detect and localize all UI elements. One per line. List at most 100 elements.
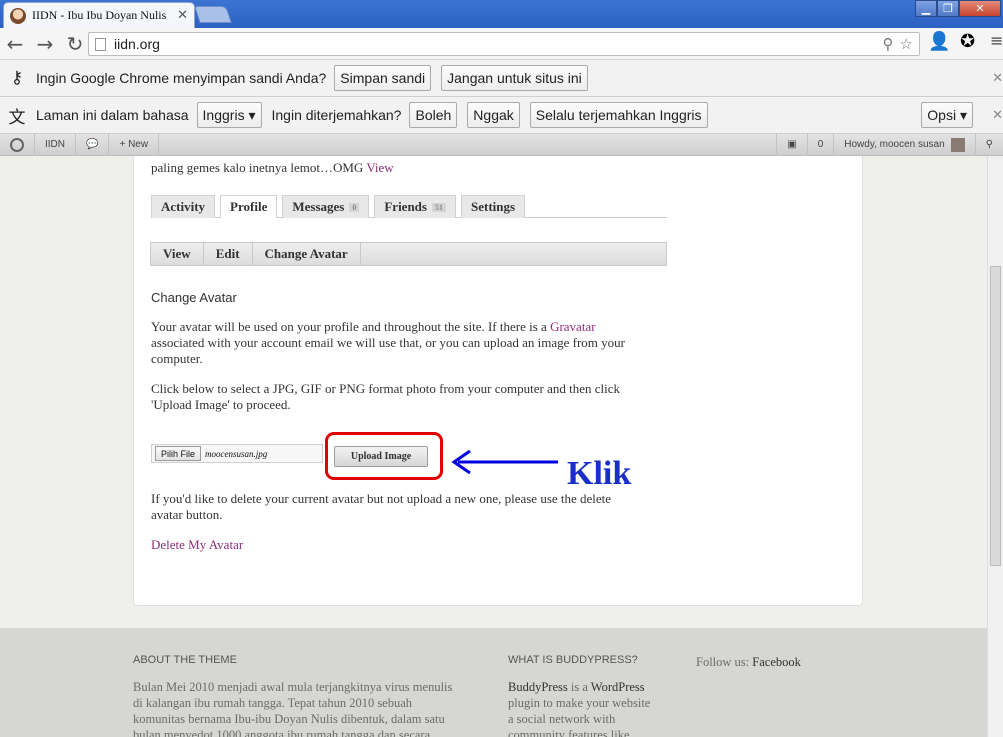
notification-count[interactable]: 0 bbox=[808, 133, 835, 156]
new-content-item[interactable]: + New bbox=[109, 133, 160, 156]
tab-friends[interactable]: Friends 51 bbox=[374, 195, 456, 218]
new-tab-button[interactable] bbox=[194, 6, 232, 23]
page-icon bbox=[95, 37, 106, 51]
tab-activity[interactable]: Activity bbox=[151, 195, 216, 218]
profile-subnav: View Edit Change Avatar bbox=[150, 242, 667, 266]
extension-puzzle-icon[interactable]: ✪ bbox=[960, 31, 975, 52]
annotation-label: Klik bbox=[565, 455, 645, 493]
always-translate-button[interactable]: Selalu terjemahkan Inggris bbox=[529, 102, 708, 128]
about-theme-text: Bulan Mei 2010 menjadi awal mula terjang… bbox=[133, 679, 493, 737]
plus-icon: + bbox=[119, 139, 126, 150]
friends-count-badge: 51 bbox=[431, 202, 446, 212]
back-arrow-icon[interactable]: ← bbox=[0, 29, 30, 59]
buddypress-text: BuddyPress is a WordPress plugin to make… bbox=[508, 679, 678, 737]
window-close-icon[interactable]: ✕ bbox=[959, 0, 1001, 17]
new-label: New bbox=[128, 139, 149, 150]
window-controls: ▁ ❐ ✕ bbox=[915, 0, 1001, 17]
delete-avatar-row: Delete My Avatar bbox=[151, 537, 243, 553]
browser-toolbar: ← → ↻ iidn.org ⚲ ☆ 👤 ✪ ≡ bbox=[0, 28, 1003, 60]
tab-close-icon[interactable]: ✕ bbox=[177, 8, 188, 23]
messages-count-badge: 0 bbox=[349, 202, 360, 212]
zoom-search-icon[interactable]: ⚲ bbox=[883, 35, 894, 53]
my-account-item[interactable]: Howdy, moocen susan bbox=[834, 133, 976, 156]
tab-settings[interactable]: Settings bbox=[460, 195, 526, 218]
reload-icon[interactable]: ↻ bbox=[60, 29, 90, 59]
url-text: iidn.org bbox=[114, 36, 160, 52]
bp-line: community features like bbox=[508, 728, 630, 737]
bookmark-star-icon[interactable]: ☆ bbox=[900, 35, 913, 53]
notifications-item[interactable]: ▣ bbox=[776, 133, 808, 156]
password-message: Ingin Google Chrome menyimpan sandi Anda… bbox=[36, 70, 327, 86]
language-select[interactable]: Inggris ▾ bbox=[196, 102, 262, 128]
wordpress-logo-icon bbox=[10, 137, 24, 152]
subnav-change-avatar[interactable]: Change Avatar bbox=[253, 243, 361, 265]
snippet-text: paling gemes kalo inetnya lemot…OMG bbox=[151, 160, 364, 175]
key-icon: ⚷ bbox=[10, 68, 24, 87]
translate-question: Ingin diterjemahkan? bbox=[271, 107, 402, 123]
theme-line: Bulan Mei 2010 menjadi awal mula terjang… bbox=[133, 680, 453, 694]
choose-file-button[interactable]: Pilih File bbox=[155, 446, 202, 461]
activity-snippet: paling gemes kalo inetnya lemot…OMG View bbox=[151, 160, 394, 176]
restore-icon[interactable]: ❐ bbox=[937, 0, 959, 17]
wordpress-link[interactable]: WordPress bbox=[591, 680, 645, 694]
scrollbar-thumb[interactable] bbox=[990, 266, 1001, 566]
gravatar-link[interactable]: Gravatar bbox=[550, 319, 595, 334]
view-link[interactable]: View bbox=[366, 160, 393, 175]
browser-tab[interactable]: IIDN - Ibu Ibu Doyan Nulis ✕ bbox=[3, 2, 195, 28]
never-save-button[interactable]: Jangan untuk situs ini bbox=[441, 65, 588, 91]
site-footer: ABOUT THE THEME Bulan Mei 2010 menjadi a… bbox=[0, 628, 1003, 737]
comments-item[interactable]: 💬 bbox=[76, 133, 110, 156]
translate-yes-button[interactable]: Boleh bbox=[409, 102, 458, 128]
tab-label: Friends bbox=[384, 199, 427, 214]
tab-profile[interactable]: Profile bbox=[220, 195, 278, 218]
admin-search-icon[interactable]: ⚲ bbox=[976, 134, 1003, 156]
p1-line1: Your avatar will be used on your profile… bbox=[151, 319, 547, 334]
p1-line3: computer. bbox=[151, 351, 203, 366]
language-value: Inggris bbox=[202, 107, 245, 123]
site-favicon-icon bbox=[10, 7, 26, 24]
upload-image-button[interactable]: Upload Image bbox=[334, 446, 428, 467]
comment-bubble-icon: 💬 bbox=[86, 139, 99, 150]
file-input[interactable]: Pilih File moocensusan.jpg bbox=[151, 444, 323, 463]
theme-line: di kalangan ibu rumah tangga. Tepat tahu… bbox=[133, 696, 413, 710]
wp-admin-bar: IIDN 💬 + New ▣ 0 Howdy, moocen susan ⚲ bbox=[0, 133, 1003, 156]
password-infobar: ⚷ Ingin Google Chrome menyimpan sandi An… bbox=[0, 60, 1003, 97]
translate-close-icon[interactable]: ✕ bbox=[992, 107, 1003, 123]
wp-logo-item[interactable] bbox=[0, 133, 35, 156]
page-title: Change Avatar bbox=[151, 290, 237, 305]
follow-us: Follow us: Facebook bbox=[696, 654, 801, 670]
extension-person-icon[interactable]: 👤 bbox=[928, 31, 950, 52]
follow-prefix: Follow us: bbox=[696, 655, 750, 669]
translate-no-button[interactable]: Nggak bbox=[467, 102, 520, 128]
delete-avatar-link[interactable]: Delete My Avatar bbox=[151, 537, 243, 552]
infobar-close-icon[interactable]: ✕ bbox=[992, 70, 1003, 86]
subnav-view[interactable]: View bbox=[151, 243, 204, 265]
howdy-text: Howdy, moocen susan bbox=[844, 139, 945, 150]
options-label: Opsi bbox=[927, 107, 957, 123]
buddypress-link[interactable]: BuddyPress bbox=[508, 680, 568, 694]
upload-instructions: Click below to select a JPG, GIF or PNG … bbox=[151, 381, 671, 413]
address-bar[interactable]: iidn.org ⚲ ☆ bbox=[88, 32, 920, 56]
menu-icon[interactable]: ≡ bbox=[990, 31, 1003, 50]
bp-is-a: is a bbox=[570, 680, 588, 694]
annotation-arrow-icon bbox=[451, 449, 558, 475]
title-bar: IIDN - Ibu Ibu Doyan Nulis ✕ ▁ ❐ ✕ bbox=[0, 0, 1003, 28]
save-password-button[interactable]: Simpan sandi bbox=[334, 65, 432, 91]
page-scrollbar[interactable] bbox=[987, 156, 1003, 737]
translate-infobar: 文 Laman ini dalam bahasa Inggris ▾ Ingin… bbox=[0, 97, 1003, 134]
forward-arrow-icon[interactable]: → bbox=[30, 29, 60, 59]
subnav-edit[interactable]: Edit bbox=[204, 243, 253, 265]
translate-prefix: Laman ini dalam bahasa bbox=[36, 107, 189, 123]
theme-line: bulan menyedot 1000 anggota ibu rumah ta… bbox=[133, 728, 431, 737]
tab-messages[interactable]: Messages 0 bbox=[282, 195, 370, 218]
p3-line2: avatar button. bbox=[151, 507, 223, 522]
p2-line2: 'Upload Image' to proceed. bbox=[151, 397, 291, 412]
minimize-icon[interactable]: ▁ bbox=[915, 0, 937, 17]
tab-label: Activity bbox=[161, 199, 206, 214]
notification-icon: ▣ bbox=[787, 139, 797, 150]
delete-instructions: If you'd like to delete your current ava… bbox=[151, 491, 671, 523]
options-button[interactable]: Opsi ▾ bbox=[921, 102, 973, 128]
facebook-link[interactable]: Facebook bbox=[752, 655, 801, 669]
site-name-item[interactable]: IIDN bbox=[35, 133, 76, 156]
tab-label: Settings bbox=[470, 199, 516, 214]
